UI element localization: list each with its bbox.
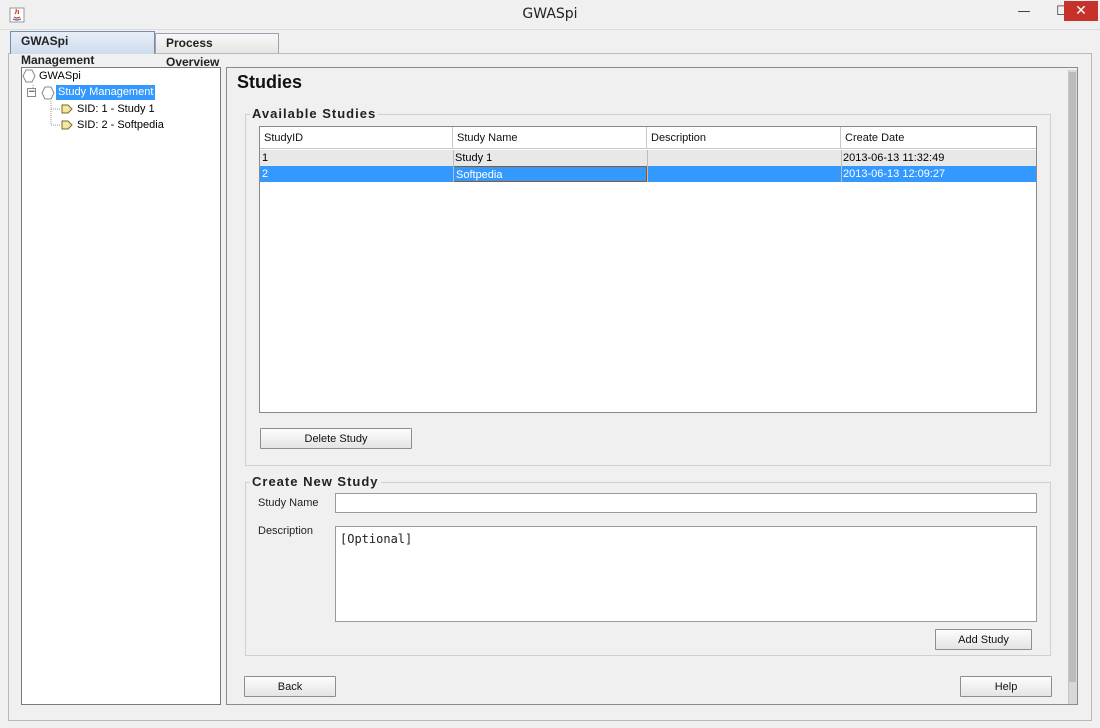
description-text: [Optional] — [340, 532, 413, 546]
tree-root-label[interactable]: GWASpi — [39, 70, 81, 82]
back-button[interactable]: Back — [244, 676, 336, 697]
minimize-button[interactable]: — — [1004, 1, 1044, 23]
cell-description — [647, 150, 841, 166]
cell-create-date: 2013-06-13 11:32:49 — [841, 150, 1036, 166]
close-button[interactable]: ✕ — [1064, 1, 1098, 21]
tree-item-study-1[interactable]: SID: 1 - Study 1 — [77, 103, 155, 115]
tree-item-study-management[interactable]: Study Management — [56, 85, 156, 100]
study-name-input[interactable] — [335, 493, 1037, 513]
cell-study-id: 2 — [260, 166, 453, 182]
scrollbar-thumb[interactable] — [1069, 72, 1076, 682]
cell-study-name-focused: Softpedia — [453, 166, 647, 182]
study-name-label: Study Name — [258, 497, 319, 509]
column-header-create-date[interactable]: Create Date — [841, 127, 1036, 149]
cell-description — [647, 166, 841, 182]
column-divider — [841, 150, 842, 182]
column-divider — [453, 150, 454, 182]
tab-process-overview[interactable]: Process Overview — [155, 33, 279, 69]
tree-collapse-toggle[interactable]: − — [27, 88, 36, 97]
root-node-icon — [22, 69, 36, 83]
study-tag-icon — [61, 104, 73, 117]
column-header-studyid[interactable]: StudyID — [260, 127, 453, 149]
column-divider — [647, 150, 648, 182]
page-title: Studies — [237, 72, 303, 92]
description-label: Description — [258, 525, 314, 537]
delete-study-button[interactable]: Delete Study — [260, 428, 412, 449]
window-title: GWASpi — [522, 6, 578, 22]
cell-study-id: 1 — [260, 150, 453, 166]
study-management-node-icon — [41, 86, 55, 100]
column-header-study-name[interactable]: Study Name — [453, 127, 647, 149]
study-tag-icon — [61, 120, 73, 133]
column-header-description[interactable]: Description — [647, 127, 841, 149]
help-button[interactable]: Help — [960, 676, 1052, 697]
available-studies-title: Available Studies — [250, 106, 379, 121]
cell-study-name: Study 1 — [453, 150, 647, 166]
create-study-title: Create New Study — [250, 474, 381, 489]
add-study-button[interactable]: Add Study — [935, 629, 1032, 650]
cell-create-date: 2013-06-13 12:09:27 — [841, 166, 1036, 182]
navigation-tree — [21, 67, 221, 705]
tab-gwaspi-management[interactable]: GWASpi Management — [10, 31, 155, 67]
description-textarea[interactable] — [335, 526, 1037, 622]
tree-item-study-2[interactable]: SID: 2 - Softpedia — [77, 119, 164, 131]
